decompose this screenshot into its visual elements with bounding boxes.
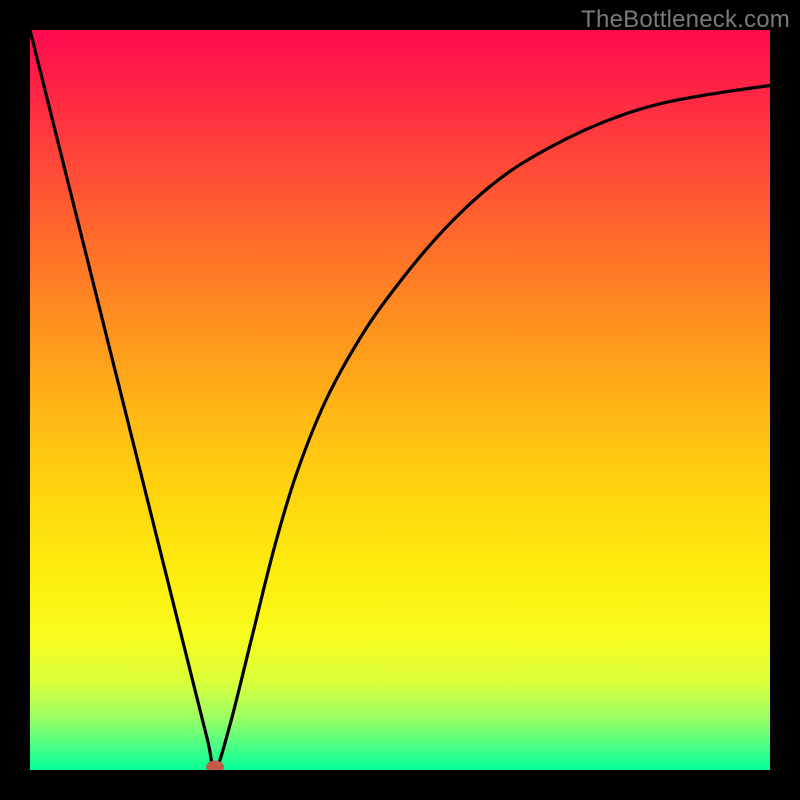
marker-dot — [206, 761, 224, 771]
plot-area — [30, 30, 770, 770]
curve-layer — [30, 30, 770, 770]
bottleneck-curve — [30, 30, 770, 770]
chart-frame: TheBottleneck.com — [0, 0, 800, 800]
